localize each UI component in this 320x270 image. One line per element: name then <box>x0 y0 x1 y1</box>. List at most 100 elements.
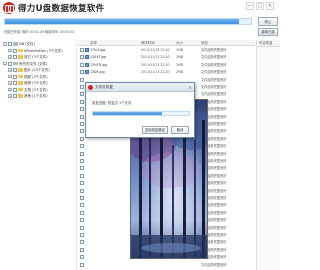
tree-item[interactable]: + ePosinfoMan (3个文件) <box>8 48 63 54</box>
tree-item-checkbox[interactable] <box>12 81 17 85</box>
tree-item-checkbox[interactable] <box>12 74 17 79</box>
recoverable-column: 可否恢复 <box>256 40 280 270</box>
file-state: 文件结构完整良好 <box>201 48 227 52</box>
file-checkbox[interactable] <box>80 62 84 67</box>
folder-icon <box>12 61 18 66</box>
tree-item-label: 图片 (23个文件) <box>24 68 50 72</box>
file-checkbox[interactable] <box>80 136 84 141</box>
collapse-icon[interactable]: − <box>3 42 7 46</box>
file-size: 2MB <box>176 70 183 75</box>
cancel-button[interactable]: 取消 <box>171 126 189 134</box>
expand-icon[interactable]: + <box>8 68 12 72</box>
column-header-size[interactable]: 大小 <box>176 40 183 46</box>
file-checkbox[interactable] <box>80 70 84 75</box>
dialog-close-icon[interactable]: ✕ <box>189 85 192 90</box>
file-size: 1MB <box>176 48 183 52</box>
tree-item-label: 丢失的文件 (文件) <box>19 61 48 66</box>
file-name: 13&R.jpg <box>90 70 105 75</box>
file-row[interactable]: 13%FR.jpg 2011/11/13 22:20 2MB 文件结构完整良好 <box>78 62 255 68</box>
file-checkbox[interactable] <box>80 247 84 252</box>
tree-item[interactable]: − DB (文件) <box>3 41 35 47</box>
file-checkbox[interactable] <box>80 99 84 104</box>
close-button[interactable]: ✕ <box>266 2 274 10</box>
image-file-icon <box>85 55 89 60</box>
file-checkbox[interactable] <box>80 144 84 149</box>
file-checkbox[interactable] <box>80 255 84 260</box>
file-checkbox[interactable] <box>80 114 84 119</box>
recovery-progress-fill <box>93 112 163 115</box>
file-checkbox[interactable] <box>80 92 84 97</box>
tree-item-label: 文档 (3个文件) <box>24 87 48 92</box>
file-checkbox[interactable] <box>80 240 84 245</box>
file-checkbox[interactable] <box>80 181 84 186</box>
file-row[interactable]: 文件结构完整良好 <box>78 262 255 268</box>
folder-icon <box>17 94 23 98</box>
tree-item[interactable]: + 其它 (3个文件) <box>8 54 48 60</box>
file-list-header: 名称 修改时间 大小 状态 <box>78 40 255 46</box>
dialog-title: 文件外恢复 <box>95 85 113 89</box>
tree-item-label: DB (文件) <box>19 42 35 46</box>
file-checkbox[interactable] <box>80 188 84 193</box>
column-header-recoverable[interactable]: 可否恢复 <box>257 40 280 47</box>
file-row[interactable]: 13XXT.jpg 2011/11/13 22:20 2MB 文件结构完整良好 <box>78 54 255 60</box>
app-title: 得力U盘数据恢复软件 <box>18 4 105 14</box>
expand-icon[interactable]: + <box>8 48 12 53</box>
file-checkbox[interactable] <box>80 129 84 134</box>
folder-tree: − DB (文件) + ePosinfoMan (3个文件) + 其它 (3个文件) − 丢失… <box>3 39 77 270</box>
tree-item-checkbox[interactable] <box>12 94 17 98</box>
file-checkbox[interactable] <box>80 218 84 223</box>
file-checkbox[interactable] <box>80 262 84 267</box>
file-checkbox[interactable] <box>80 48 84 52</box>
file-checkbox[interactable] <box>80 225 84 230</box>
tree-item[interactable]: + 音频 (3个文件) <box>8 80 48 86</box>
open-folder-button[interactable]: 复制恢复路径 <box>142 126 168 134</box>
file-checkbox[interactable] <box>80 85 84 89</box>
expand-icon[interactable]: + <box>8 55 12 59</box>
folder-icon <box>17 55 23 59</box>
scan-progress-bar <box>4 18 252 25</box>
file-checkbox[interactable] <box>80 55 84 60</box>
file-checkbox[interactable] <box>80 159 84 163</box>
column-header-state[interactable]: 状态 <box>201 40 208 46</box>
tree-item-checkbox[interactable] <box>12 68 17 72</box>
tree-item[interactable]: − 丢失的文件 (文件) <box>3 61 47 67</box>
file-checkbox[interactable] <box>80 196 84 200</box>
minimize-button[interactable]: — <box>246 2 254 10</box>
tree-item[interactable]: + 其他 (1个文件) <box>8 93 48 99</box>
file-checkbox[interactable] <box>80 166 84 171</box>
file-state: 文件结构完整良好 <box>201 70 227 75</box>
rescan-button[interactable]: 重新扫描 <box>258 28 278 36</box>
tree-item[interactable]: + 视频 (3个文件) <box>8 74 48 80</box>
maximize-button[interactable]: □ <box>256 2 264 10</box>
file-checkbox[interactable] <box>80 77 84 82</box>
collapse-icon[interactable]: − <box>3 61 7 66</box>
file-checkbox[interactable] <box>80 151 84 156</box>
file-row[interactable]: 13&R.jpg 2011/11/13 22:20 2MB 文件结构完整良好 <box>78 69 255 75</box>
file-checkbox[interactable] <box>80 233 84 237</box>
file-checkbox[interactable] <box>80 122 84 126</box>
tree-item[interactable]: + 图片 (23个文件) <box>8 67 50 73</box>
tree-item-checkbox[interactable] <box>7 42 12 46</box>
tree-item-checkbox[interactable] <box>12 55 17 59</box>
stop-button[interactable]: 停止 <box>258 17 278 26</box>
expand-icon[interactable]: + <box>8 94 12 98</box>
expand-icon[interactable]: + <box>8 74 12 79</box>
tree-item-checkbox[interactable] <box>7 61 12 66</box>
file-checkbox[interactable] <box>80 210 84 215</box>
column-header-name[interactable]: 名称 <box>90 40 97 46</box>
file-checkbox[interactable] <box>80 173 84 178</box>
file-checkbox[interactable] <box>80 203 84 208</box>
tree-item[interactable]: + 文档 (3个文件) <box>8 87 48 93</box>
expand-icon[interactable]: + <box>8 81 12 85</box>
file-checkbox[interactable] <box>80 107 84 112</box>
tree-item-checkbox[interactable] <box>12 87 17 92</box>
expand-icon[interactable]: + <box>8 87 12 92</box>
folder-icon <box>17 81 23 85</box>
file-state: 文件结构完整良好 <box>201 85 227 89</box>
file-row[interactable]: 13%4.jpg 2011/11/13 22:20 1MB 文件结构完整良好 <box>78 47 255 53</box>
recovery-progress-bar <box>92 111 190 116</box>
folder-icon <box>12 42 18 46</box>
tree-item-checkbox[interactable] <box>12 48 17 53</box>
tree-item-label: 其他 (1个文件) <box>24 94 48 98</box>
column-header-date[interactable]: 修改时间 <box>141 40 155 46</box>
